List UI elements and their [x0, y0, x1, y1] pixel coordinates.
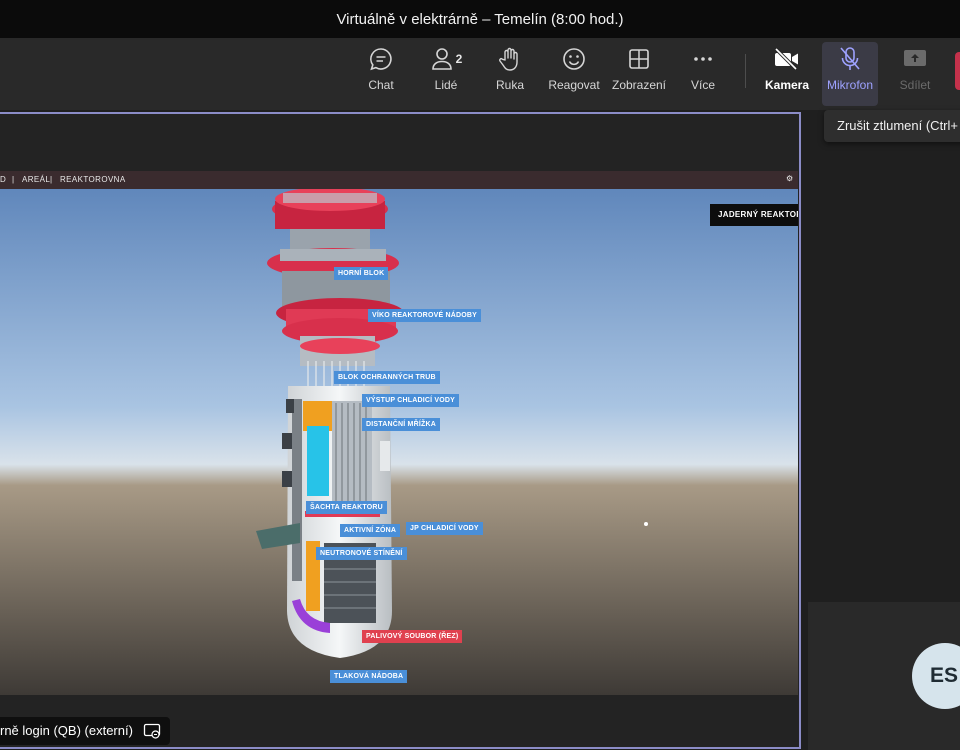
meeting-toolbar: Chat 2 Lidé Ruka Reagovat Zobrazení Více: [0, 38, 960, 110]
breadcrumb-separator: |: [50, 175, 53, 184]
vr-breadcrumb: D | AREÁL | REAKTOROVNA ⚙: [0, 171, 798, 189]
camera-off-icon: [772, 44, 802, 74]
smile-icon: [559, 44, 589, 74]
mic-button[interactable]: Mikrofon: [822, 42, 878, 106]
tooltip-text: Zrušit ztlumení (Ctrl+: [837, 118, 958, 133]
people-label: Lidé: [434, 78, 458, 92]
camera-label: Kamera: [764, 78, 810, 92]
raise-hand-label: Ruka: [495, 78, 524, 92]
unmute-tooltip: Zrušit ztlumení (Ctrl+: [824, 110, 960, 142]
share-button[interactable]: Sdílet: [886, 44, 944, 104]
people-icon: 2: [425, 44, 467, 74]
people-button[interactable]: 2 Lidé: [417, 44, 475, 104]
label-stineni[interactable]: NEUTRONOVÉ STÍNĚNÍ: [316, 547, 407, 560]
vr-settings-icon[interactable]: ⚙: [786, 171, 794, 188]
more-button[interactable]: Více: [674, 44, 732, 104]
avatar-initials: ES: [930, 664, 959, 687]
reactor-badge: JADERNÝ REAKTOR: [710, 204, 798, 226]
share-label: Sdílet: [899, 78, 931, 92]
leave-button[interactable]: [955, 52, 960, 90]
label-aktivni[interactable]: AKTIVNÍ ZÓNA: [340, 524, 401, 537]
label-mrizka[interactable]: DISTANČNÍ MŘÍŽKA: [362, 418, 440, 431]
label-palivovy[interactable]: PALIVOVÝ SOUBOR (ŘEZ): [362, 630, 463, 643]
vr-reactor-view[interactable]: D | AREÁL | REAKTOROVNA ⚙ JADERNÝ REAKTO…: [0, 171, 798, 695]
more-icon: [688, 44, 718, 74]
screen-share-icon: [143, 722, 161, 740]
breadcrumb-item[interactable]: AREÁL: [22, 171, 50, 189]
people-count: 2: [455, 52, 463, 66]
react-button[interactable]: Reagovat: [544, 44, 604, 104]
presenter-name: rně login (QB) (externí): [0, 723, 133, 738]
share-icon: [900, 44, 930, 74]
grid-view-icon: [624, 44, 654, 74]
view-label: Zobrazení: [611, 78, 667, 92]
breadcrumb-item[interactable]: D: [0, 171, 6, 189]
chat-button[interactable]: Chat: [352, 44, 410, 104]
title-bar: Virtuálně v elektrárně – Temelín (8:00 h…: [0, 0, 960, 38]
label-nadoba[interactable]: TLAKOVÁ NÁDOBA: [330, 670, 408, 683]
presenter-name-tag: rně login (QB) (externí): [0, 717, 170, 745]
participants-panel: [808, 142, 960, 602]
mic-label: Mikrofon: [826, 78, 873, 92]
camera-button[interactable]: Kamera: [758, 44, 816, 104]
label-jp[interactable]: JP CHLADICÍ VODY: [406, 522, 483, 535]
label-sachta[interactable]: ŠACHTA REAKTORU: [306, 501, 387, 514]
view-button[interactable]: Zobrazení: [608, 44, 670, 104]
raise-hand-icon: [495, 44, 525, 74]
label-horni-blok[interactable]: HORNÍ BLOK: [334, 267, 389, 280]
label-blok-trub[interactable]: BLOK OCHRANNÝCH TRUB: [334, 371, 440, 384]
react-label: Reagovat: [548, 78, 600, 92]
toolbar-divider: [745, 54, 746, 88]
mic-off-icon: [835, 44, 865, 74]
chat-label: Chat: [368, 78, 394, 92]
label-vystup[interactable]: VÝSTUP CHLADICÍ VODY: [362, 394, 460, 407]
breadcrumb-separator: |: [12, 175, 15, 184]
label-viko[interactable]: VÍKO REAKTOROVÉ NÁDOBY: [368, 309, 482, 322]
more-label: Více: [690, 78, 715, 92]
breadcrumb-item[interactable]: REAKTOROVNA: [60, 171, 126, 189]
reactor-scene: [0, 171, 798, 695]
raise-hand-button[interactable]: Ruka: [481, 44, 539, 104]
chat-icon: [366, 44, 396, 74]
window-title: Virtuálně v elektrárně – Temelín (8:00 h…: [336, 10, 624, 28]
